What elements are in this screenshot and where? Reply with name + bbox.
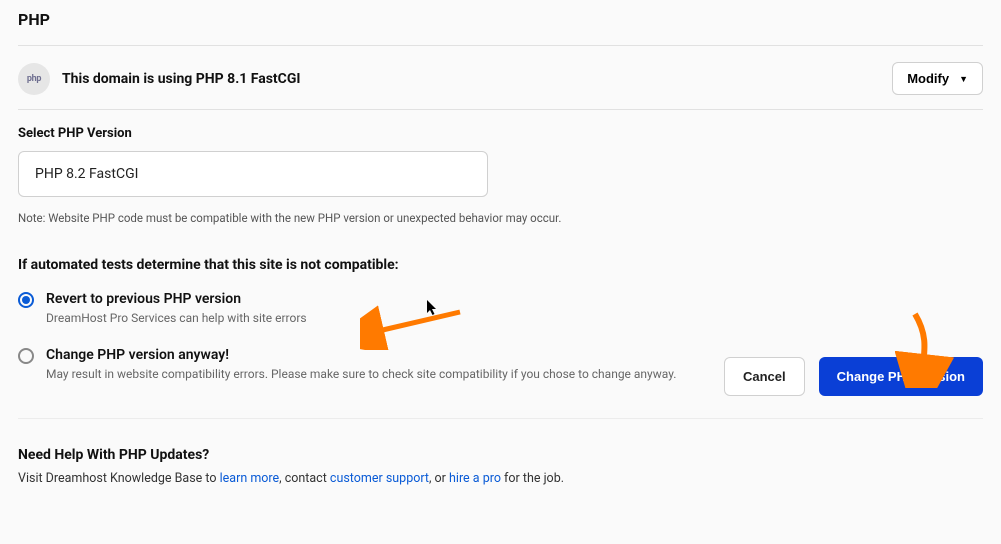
help-suffix: for the job. <box>501 471 564 486</box>
help-mid2: , or <box>429 471 449 486</box>
radio-input-anyway[interactable] <box>18 348 34 364</box>
modify-button[interactable]: Modify ▼ <box>892 62 983 95</box>
php-version-select[interactable]: PHP 8.2 FastCGI <box>18 151 488 197</box>
help-heading: Need Help With PHP Updates? <box>18 447 983 463</box>
help-mid1: , contact <box>279 471 330 486</box>
help-prefix: Visit Dreamhost Knowledge Base to <box>18 471 220 486</box>
help-text: Visit Dreamhost Knowledge Base to learn … <box>18 471 983 486</box>
divider <box>18 418 983 419</box>
customer-support-link[interactable]: customer support <box>330 471 429 486</box>
radio-input-revert[interactable] <box>18 292 34 308</box>
php-status-row: php This domain is using PHP 8.1 FastCGI… <box>18 62 983 95</box>
php-glyph: php <box>27 74 41 84</box>
modify-button-label: Modify <box>907 71 949 86</box>
caret-down-icon: ▼ <box>959 74 968 84</box>
section-title: PHP <box>18 10 983 29</box>
divider <box>18 45 983 46</box>
radio-label-anyway: Change PHP version anyway! <box>46 347 676 363</box>
compat-heading: If automated tests determine that this s… <box>18 257 983 273</box>
change-php-version-button[interactable]: Change PHP Version <box>819 357 983 396</box>
radio-label-revert: Revert to previous PHP version <box>46 291 307 307</box>
php-icon: php <box>18 63 50 95</box>
select-php-label: Select PHP Version <box>18 126 983 141</box>
learn-more-link[interactable]: learn more <box>220 471 280 486</box>
php-status-text: This domain is using PHP 8.1 FastCGI <box>62 71 892 87</box>
cancel-button[interactable]: Cancel <box>724 357 805 396</box>
radio-sub-revert: DreamHost Pro Services can help with sit… <box>46 311 307 325</box>
hire-a-pro-link[interactable]: hire a pro <box>449 471 501 486</box>
radio-sub-anyway: May result in website compatibility erro… <box>46 367 676 381</box>
divider <box>18 109 983 110</box>
radio-option-revert[interactable]: Revert to previous PHP version DreamHost… <box>18 291 983 325</box>
php-version-note: Note: Website PHP code must be compatibl… <box>18 211 983 225</box>
